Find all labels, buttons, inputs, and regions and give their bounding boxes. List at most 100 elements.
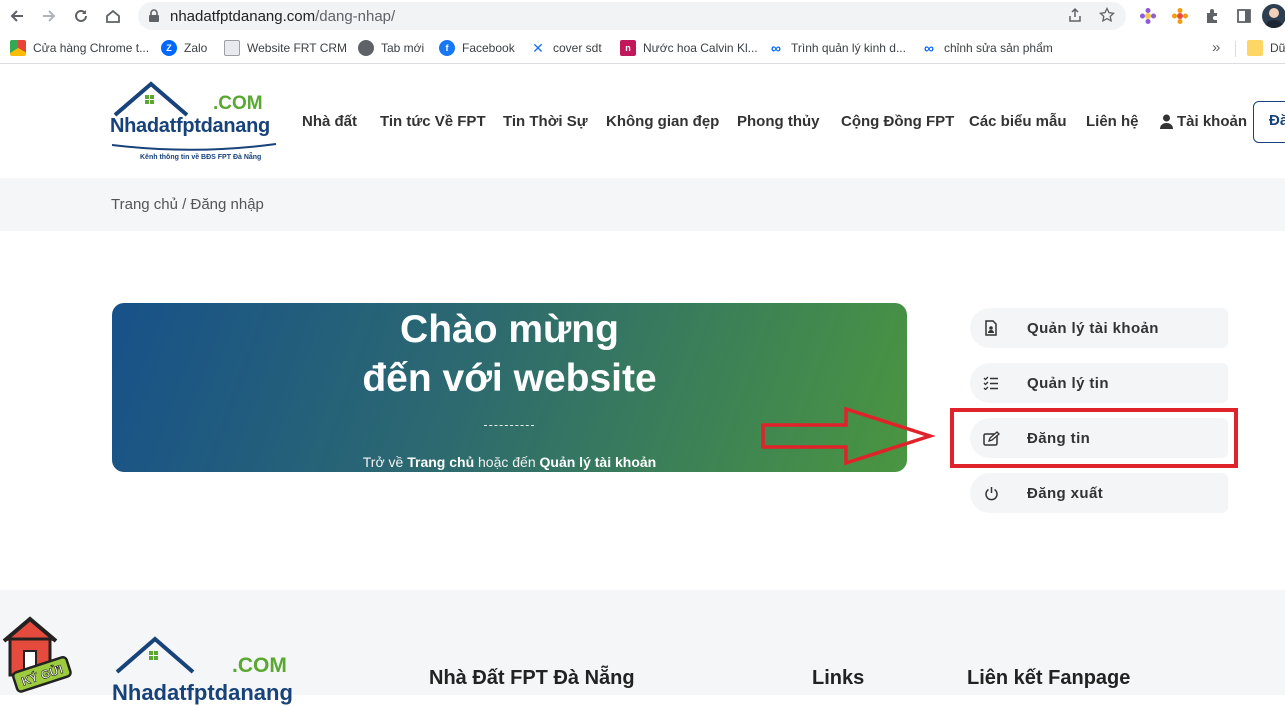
- annotation-arrow-icon: [761, 406, 935, 466]
- site-header: .COM Nhadatfptdanang Kênh thông tin về B…: [0, 65, 1285, 178]
- flower-orange-icon: [1172, 8, 1188, 24]
- profile-avatar[interactable]: [1262, 4, 1285, 28]
- bookmark-item[interactable]: ✕ cover sdt: [530, 39, 602, 57]
- capcut-icon: ✕: [530, 40, 546, 56]
- side-menu-label: Đăng xuất: [1027, 485, 1104, 502]
- puzzle-icon: [1207, 9, 1217, 23]
- welcome-title-line2: đến với website: [362, 357, 657, 400]
- nav-nha-dat[interactable]: Nhà đất: [302, 113, 357, 130]
- extension-flower-two[interactable]: [1169, 5, 1191, 27]
- bookmark-item[interactable]: f Facebook: [439, 39, 515, 57]
- nav-lien-he[interactable]: Liên hệ: [1086, 113, 1139, 130]
- logo-brand: Nhadatfptdanang: [110, 115, 270, 137]
- site-footer: .COM Nhadatfptdanang Nhà Đất FPT Đà Nẵng…: [0, 590, 1285, 705]
- folder-icon: [1247, 40, 1263, 56]
- bookmark-item[interactable]: Website FRT CRM: [224, 39, 347, 57]
- annotation-highlight-box: [950, 408, 1238, 468]
- house-roof-icon: [115, 636, 195, 674]
- breadcrumb-current: Đăng nhập: [190, 196, 264, 213]
- side-menu-logout[interactable]: Đăng xuất: [970, 473, 1228, 513]
- nav-tin-thoi-su[interactable]: Tin Thời Sự: [503, 113, 588, 130]
- footer-logo[interactable]: .COM Nhadatfptdanang: [112, 636, 312, 705]
- bookmark-item[interactable]: Z Zalo: [161, 39, 207, 57]
- side-menu-label: Quản lý tài khoản: [1027, 320, 1159, 337]
- post-listing-button[interactable]: Đă: [1253, 101, 1285, 143]
- side-menu-account[interactable]: Quản lý tài khoản: [970, 308, 1228, 348]
- bookmark-item[interactable]: ∞ Trình quản lý kinh d...: [768, 39, 906, 57]
- bookmarks-bar: Cửa hàng Chrome t... Z Zalo Website FRT …: [0, 32, 1285, 64]
- bookmark-label: chỉnh sửa sản phẩm: [944, 41, 1053, 55]
- address-bar[interactable]: nhadatfptdanang.com/dang-nhap/: [138, 2, 1126, 30]
- bookmark-star-button[interactable]: [1097, 5, 1117, 25]
- bookmark-label: Cửa hàng Chrome t...: [33, 41, 150, 55]
- footer-logo-brand: Nhadatfptdanang: [112, 680, 293, 705]
- meta-icon: ∞: [924, 40, 934, 56]
- share-button[interactable]: [1065, 5, 1085, 25]
- footer-col-links-title: Links: [812, 667, 865, 689]
- bookmark-folder[interactable]: Dữ: [1247, 39, 1285, 57]
- arrow-right-icon: [43, 10, 56, 22]
- banner-divider: [484, 425, 534, 426]
- nav-phong-thuy[interactable]: Phong thủy: [737, 113, 820, 130]
- bookmark-label: Nước hoa Calvin Kl...: [643, 41, 758, 55]
- welcome-title-line1: Chào mừng: [400, 308, 619, 351]
- reload-button[interactable]: [70, 5, 92, 27]
- bookmark-item[interactable]: n Nước hoa Calvin Kl...: [620, 39, 758, 57]
- nav-account[interactable]: Tài khoản: [1160, 113, 1247, 130]
- breadcrumb-separator: /: [182, 196, 187, 213]
- bookmark-item[interactable]: ∞ chỉnh sửa sản phẩm: [921, 39, 1053, 57]
- side-panel-icon: [1237, 9, 1251, 23]
- bookmark-label: Website FRT CRM: [247, 41, 348, 55]
- star-icon: [1099, 7, 1115, 23]
- logo-tagline: Kênh thông tin về BĐS FPT Đà Nẵng: [140, 154, 262, 161]
- footer-logo-domain: .COM: [232, 654, 287, 677]
- nav-khong-gian-dep[interactable]: Không gian đẹp: [606, 113, 719, 130]
- logo-domain: .COM: [213, 93, 263, 114]
- site-logo[interactable]: .COM Nhadatfptdanang Kênh thông tin về B…: [108, 81, 283, 167]
- forward-button[interactable]: [38, 5, 60, 27]
- banner-middle-text: hoặc đến: [478, 454, 536, 470]
- breadcrumb: Trang chủ / Đăng nhập: [111, 196, 264, 213]
- bookmarks-divider: [1235, 41, 1236, 57]
- footer-col-about-title: Nhà Đất FPT Đà Nẵng: [429, 667, 635, 689]
- breadcrumb-bar: Trang chủ / Đăng nhập: [0, 178, 1285, 231]
- flower-icon: [1140, 8, 1156, 24]
- ky-gui-badge[interactable]: KÝ GỬI: [0, 615, 74, 695]
- account-label: Tài khoản: [1177, 113, 1248, 130]
- banner-account-link[interactable]: Quản lý tài khoản: [540, 454, 657, 470]
- side-menu-label: Quản lý tin: [1027, 375, 1109, 392]
- nav-tin-tuc-fpt[interactable]: Tin tức Về FPT: [380, 113, 486, 130]
- side-panel-button[interactable]: [1233, 5, 1255, 27]
- facebook-icon: f: [439, 40, 455, 56]
- user-icon: [1160, 114, 1173, 129]
- footer-col-fanpage-title: Liên kết Fanpage: [967, 667, 1131, 689]
- browser-toolbar: nhadatfptdanang.com/dang-nhap/: [0, 0, 1285, 32]
- house-badge-icon: KÝ GỬI: [2, 616, 72, 693]
- home-button[interactable]: [102, 5, 124, 27]
- bookmark-label: Zalo: [184, 41, 208, 55]
- url-text: nhadatfptdanang.com/dang-nhap/: [170, 8, 396, 25]
- extensions-button[interactable]: [1201, 5, 1223, 27]
- nav-cong-dong-fpt[interactable]: Cộng Đồng FPT: [841, 113, 954, 130]
- logo-swoosh: [111, 143, 277, 151]
- chrome-store-icon: [10, 40, 26, 56]
- bookmark-label: Trình quản lý kinh d...: [791, 41, 906, 55]
- globe-icon: [358, 40, 374, 56]
- bookmark-label: Tab mới: [381, 41, 425, 55]
- zalo-icon: Z: [161, 40, 177, 56]
- bookmark-item[interactable]: Cửa hàng Chrome t...: [10, 39, 149, 57]
- back-button[interactable]: [6, 5, 28, 27]
- bookmark-label: Facebook: [462, 41, 515, 55]
- bookmark-item[interactable]: Tab mới: [358, 39, 424, 57]
- reload-icon: [75, 9, 87, 22]
- extension-flower[interactable]: [1137, 5, 1159, 27]
- banner-home-link[interactable]: Trang chủ: [407, 454, 474, 470]
- bookmarks-overflow-button[interactable]: »: [1212, 39, 1220, 56]
- lock-icon: [149, 9, 159, 22]
- side-menu-manage-posts[interactable]: Quản lý tin: [970, 363, 1228, 403]
- breadcrumb-home-link[interactable]: Trang chủ: [111, 196, 178, 213]
- share-icon: [1069, 7, 1081, 22]
- arrow-left-icon: [10, 10, 23, 22]
- account-file-icon: [972, 309, 1010, 347]
- nav-cac-bieu-mau[interactable]: Các biểu mẫu: [969, 113, 1067, 130]
